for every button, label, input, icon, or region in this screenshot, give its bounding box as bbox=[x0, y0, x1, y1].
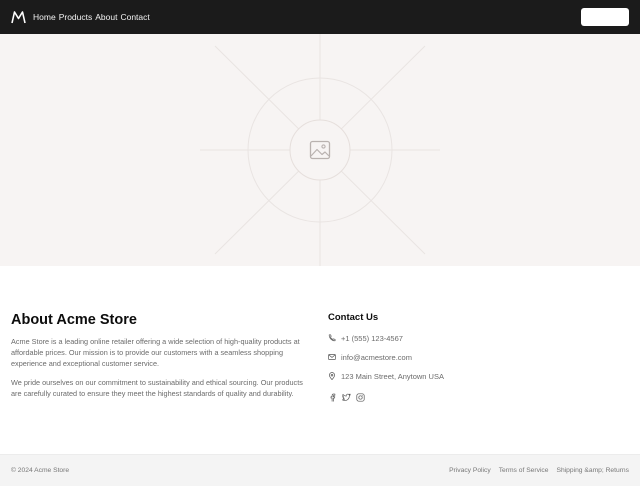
hero-image-placeholder bbox=[0, 34, 640, 266]
page-footer: © 2024 Acme Store Privacy Policy Terms o… bbox=[0, 454, 640, 486]
location-pin-icon bbox=[329, 372, 335, 380]
facebook-icon[interactable] bbox=[328, 389, 337, 402]
main-nav: Home Products About Contact bbox=[33, 12, 150, 22]
top-navigation-bar: Home Products About Contact bbox=[0, 0, 640, 34]
contact-address: 123 Main Street, Anytown USA bbox=[341, 371, 444, 381]
contact-phone[interactable]: +1 (555) 123-4567 bbox=[341, 334, 403, 343]
nav-contact-link[interactable]: Contact bbox=[120, 12, 149, 22]
nav-about-link[interactable]: About bbox=[95, 12, 117, 22]
terms-of-service-link[interactable]: Terms of Service bbox=[499, 467, 549, 474]
nav-products-link[interactable]: Products bbox=[59, 12, 93, 22]
hero-placeholder-graphic bbox=[200, 34, 440, 266]
about-paragraph-2: We pride ourselves on our commitment to … bbox=[11, 378, 303, 398]
contact-phone-row: +1 (555) 123-4567 bbox=[328, 333, 528, 343]
header-action-button[interactable] bbox=[581, 8, 629, 26]
social-links bbox=[328, 389, 528, 402]
about-paragraph-1: Acme Store is a leading online retailer … bbox=[11, 337, 300, 368]
shipping-returns-link[interactable]: Shipping &amp; Returns bbox=[557, 467, 630, 474]
contact-email-row: info@acmestore.com bbox=[328, 352, 528, 362]
mail-icon bbox=[328, 354, 336, 360]
instagram-icon[interactable] bbox=[356, 389, 365, 402]
copyright-text: © 2024 Acme Store bbox=[11, 467, 70, 474]
twitter-icon[interactable] bbox=[341, 389, 351, 401]
contact-email[interactable]: info@acmestore.com bbox=[341, 353, 412, 362]
phone-icon bbox=[328, 334, 336, 342]
contact-title: Contact Us bbox=[328, 312, 379, 323]
contact-section: Contact Us +1 (555) 123-4567 info@acmest… bbox=[328, 312, 528, 402]
contact-address-row: 123 Main Street, Anytown USA bbox=[328, 371, 528, 381]
about-section: About Acme Store Acme Store is a leading… bbox=[11, 312, 311, 399]
nav-home-link[interactable]: Home bbox=[33, 12, 56, 22]
footer-links: Privacy Policy Terms of Service Shipping… bbox=[449, 467, 629, 474]
about-title: About Acme Store bbox=[11, 312, 137, 328]
mountain-logo-icon[interactable] bbox=[11, 10, 26, 24]
privacy-policy-link[interactable]: Privacy Policy bbox=[449, 467, 491, 474]
